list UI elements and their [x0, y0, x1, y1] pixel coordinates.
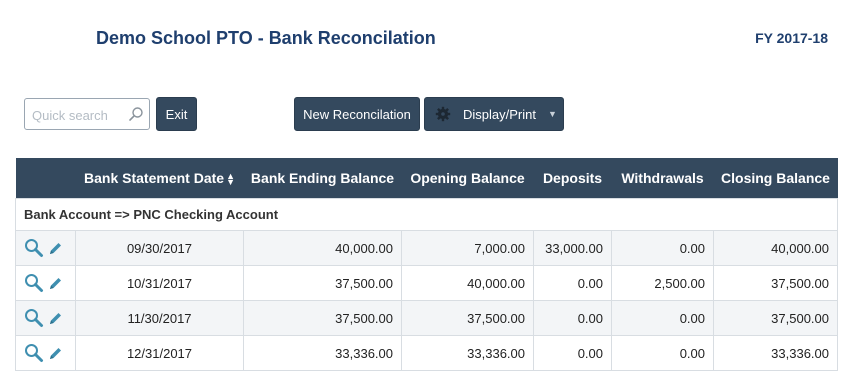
- gear-icon: [435, 106, 451, 122]
- group-row: Bank Account => PNC Checking Account: [15, 198, 838, 231]
- opening-balance-cell: 7,000.00: [401, 230, 534, 266]
- ending-balance-cell: 37,500.00: [243, 300, 402, 336]
- exit-button[interactable]: Exit: [156, 97, 197, 131]
- group-label: Bank Account => PNC Checking Account: [15, 198, 838, 231]
- quick-search-box[interactable]: [24, 98, 150, 130]
- statement-date-cell: 12/31/2017: [75, 335, 244, 371]
- magnifier-icon[interactable]: [24, 343, 44, 363]
- closing-balance-cell: 33,336.00: [713, 335, 838, 371]
- ending-balance-cell: 40,000.00: [243, 230, 402, 266]
- closing-balance-cell: 37,500.00: [713, 300, 838, 336]
- display-print-label: Display/Print: [463, 106, 536, 122]
- row-actions: [15, 230, 76, 266]
- new-reconciliation-button[interactable]: New Reconcilation: [294, 97, 420, 131]
- magnifier-icon[interactable]: [24, 238, 44, 258]
- row-actions: [15, 335, 76, 371]
- withdrawals-cell: 2,500.00: [611, 265, 714, 301]
- row-actions: [15, 265, 76, 301]
- column-header-deposits: Deposits: [533, 158, 612, 199]
- column-header-ending-balance: Bank Ending Balance: [243, 158, 402, 199]
- deposits-cell: 0.00: [533, 265, 612, 301]
- pencil-icon[interactable]: [48, 276, 63, 291]
- caret-down-icon: ▼: [547, 109, 557, 119]
- reconciliation-table: Bank Statement Date ▲ ▼ Bank Ending Balanc…: [15, 158, 838, 371]
- quick-search-input[interactable]: [30, 100, 130, 130]
- ending-balance-cell: 37,500.00: [243, 265, 402, 301]
- column-header-closing-balance: Closing Balance: [713, 158, 838, 199]
- display-print-button[interactable]: Display/Print ▼: [424, 97, 564, 131]
- magnifier-icon[interactable]: [24, 273, 44, 293]
- deposits-cell: 0.00: [533, 335, 612, 371]
- closing-balance-cell: 40,000.00: [713, 230, 838, 266]
- page-title: Demo School PTO - Bank Reconcilation: [96, 28, 436, 48]
- magnifier-icon[interactable]: [24, 308, 44, 328]
- pencil-icon[interactable]: [48, 241, 63, 256]
- withdrawals-cell: 0.00: [611, 230, 714, 266]
- table-row: 12/31/2017 33,336.00 33,336.00 0.00 0.00 33,3…: [15, 335, 838, 371]
- statement-date-cell: 10/31/2017: [75, 265, 244, 301]
- table-row: 11/30/2017 37,500.00 37,500.00 0.00 0.00 37,5…: [15, 300, 838, 336]
- ending-balance-cell: 33,336.00: [243, 335, 402, 371]
- table-row: 10/31/2017 37,500.00 40,000.00 0.00 2,500.00…: [15, 265, 838, 301]
- statement-date-cell: 11/30/2017: [75, 300, 244, 336]
- column-header-withdrawals: Withdrawals: [611, 158, 714, 199]
- table-row: 09/30/2017 40,000.00 7,000.00 33,000.00 0.00…: [15, 230, 838, 266]
- fiscal-year-label: FY 2017-18: [755, 30, 828, 46]
- opening-balance-cell: 33,336.00: [401, 335, 534, 371]
- column-header-opening-balance: Opening Balance: [401, 158, 534, 199]
- search-icon[interactable]: [128, 106, 144, 122]
- column-header-statement-date[interactable]: Bank Statement Date ▲ ▼: [75, 158, 244, 199]
- opening-balance-cell: 37,500.00: [401, 300, 534, 336]
- table-header-row: Bank Statement Date ▲ ▼ Bank Ending Balanc…: [15, 158, 838, 199]
- deposits-cell: 0.00: [533, 300, 612, 336]
- sort-icon[interactable]: ▲ ▼: [226, 172, 235, 187]
- column-header-statement-date-label: Bank Statement Date: [84, 170, 225, 186]
- pencil-icon[interactable]: [48, 346, 63, 361]
- closing-balance-cell: 37,500.00: [713, 265, 838, 301]
- pencil-icon[interactable]: [48, 311, 63, 326]
- row-actions: [15, 300, 76, 336]
- opening-balance-cell: 40,000.00: [401, 265, 534, 301]
- withdrawals-cell: 0.00: [611, 300, 714, 336]
- deposits-cell: 33,000.00: [533, 230, 612, 266]
- statement-date-cell: 09/30/2017: [75, 230, 244, 266]
- withdrawals-cell: 0.00: [611, 335, 714, 371]
- column-header-actions: [15, 158, 76, 199]
